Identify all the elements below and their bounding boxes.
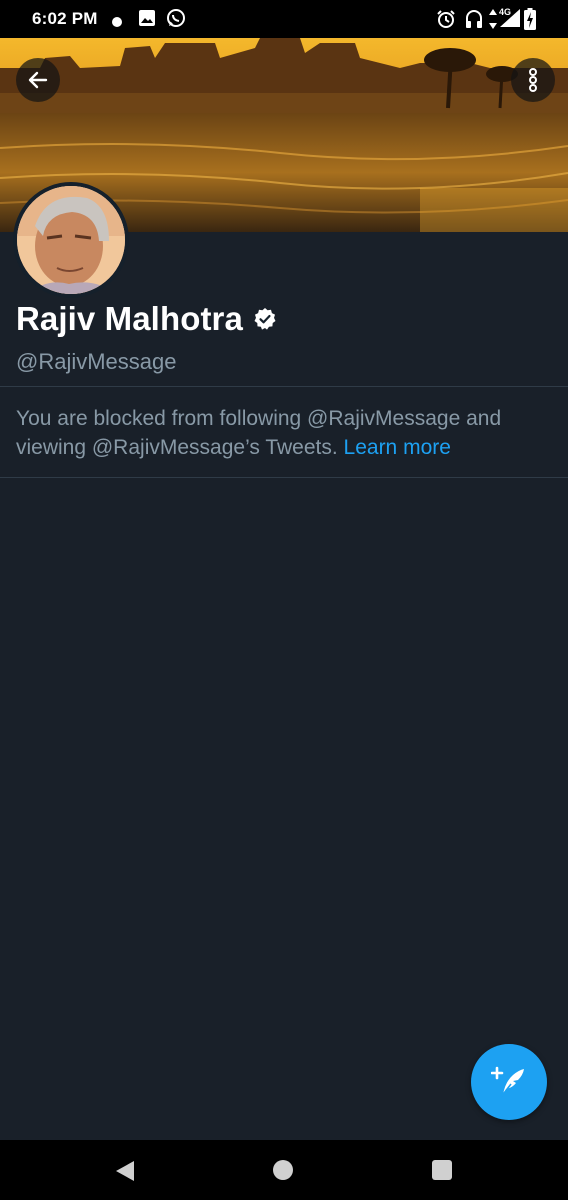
divider — [0, 477, 568, 478]
more-options-button[interactable] — [511, 58, 555, 102]
profile-name: Rajiv Malhotra — [16, 300, 243, 337]
compose-tweet-button[interactable] — [471, 1044, 547, 1120]
headphones-icon — [465, 9, 483, 34]
notification-dot-icon — [112, 14, 122, 32]
home-circle-icon[interactable] — [273, 1160, 293, 1180]
signal-icon — [500, 9, 520, 32]
arrow-left-icon — [28, 71, 48, 89]
alarm-icon — [436, 9, 456, 34]
status-time: 6:02 PM — [32, 9, 98, 28]
profile-handle: @RajivMessage — [16, 349, 177, 374]
whatsapp-icon — [166, 8, 186, 33]
status-bar: 6:02 PM 4G — [0, 0, 568, 38]
battery-charging-icon — [524, 8, 536, 35]
more-vertical-icon — [529, 68, 537, 92]
recents-square-icon[interactable] — [432, 1160, 452, 1180]
divider — [0, 386, 568, 387]
avatar[interactable] — [13, 182, 129, 298]
profile-name-row: Rajiv Malhotra — [16, 300, 277, 338]
data-arrows-icon — [488, 8, 498, 35]
back-button[interactable] — [16, 58, 60, 102]
blocked-notice: You are blocked from following @RajivMes… — [16, 404, 556, 462]
verified-badge-icon — [254, 308, 276, 330]
system-nav-bar — [0, 1140, 568, 1200]
learn-more-link[interactable]: Learn more — [344, 436, 451, 459]
gallery-icon — [139, 10, 155, 31]
compose-tweet-icon — [491, 1066, 524, 1098]
back-triangle-icon[interactable] — [114, 1160, 136, 1182]
